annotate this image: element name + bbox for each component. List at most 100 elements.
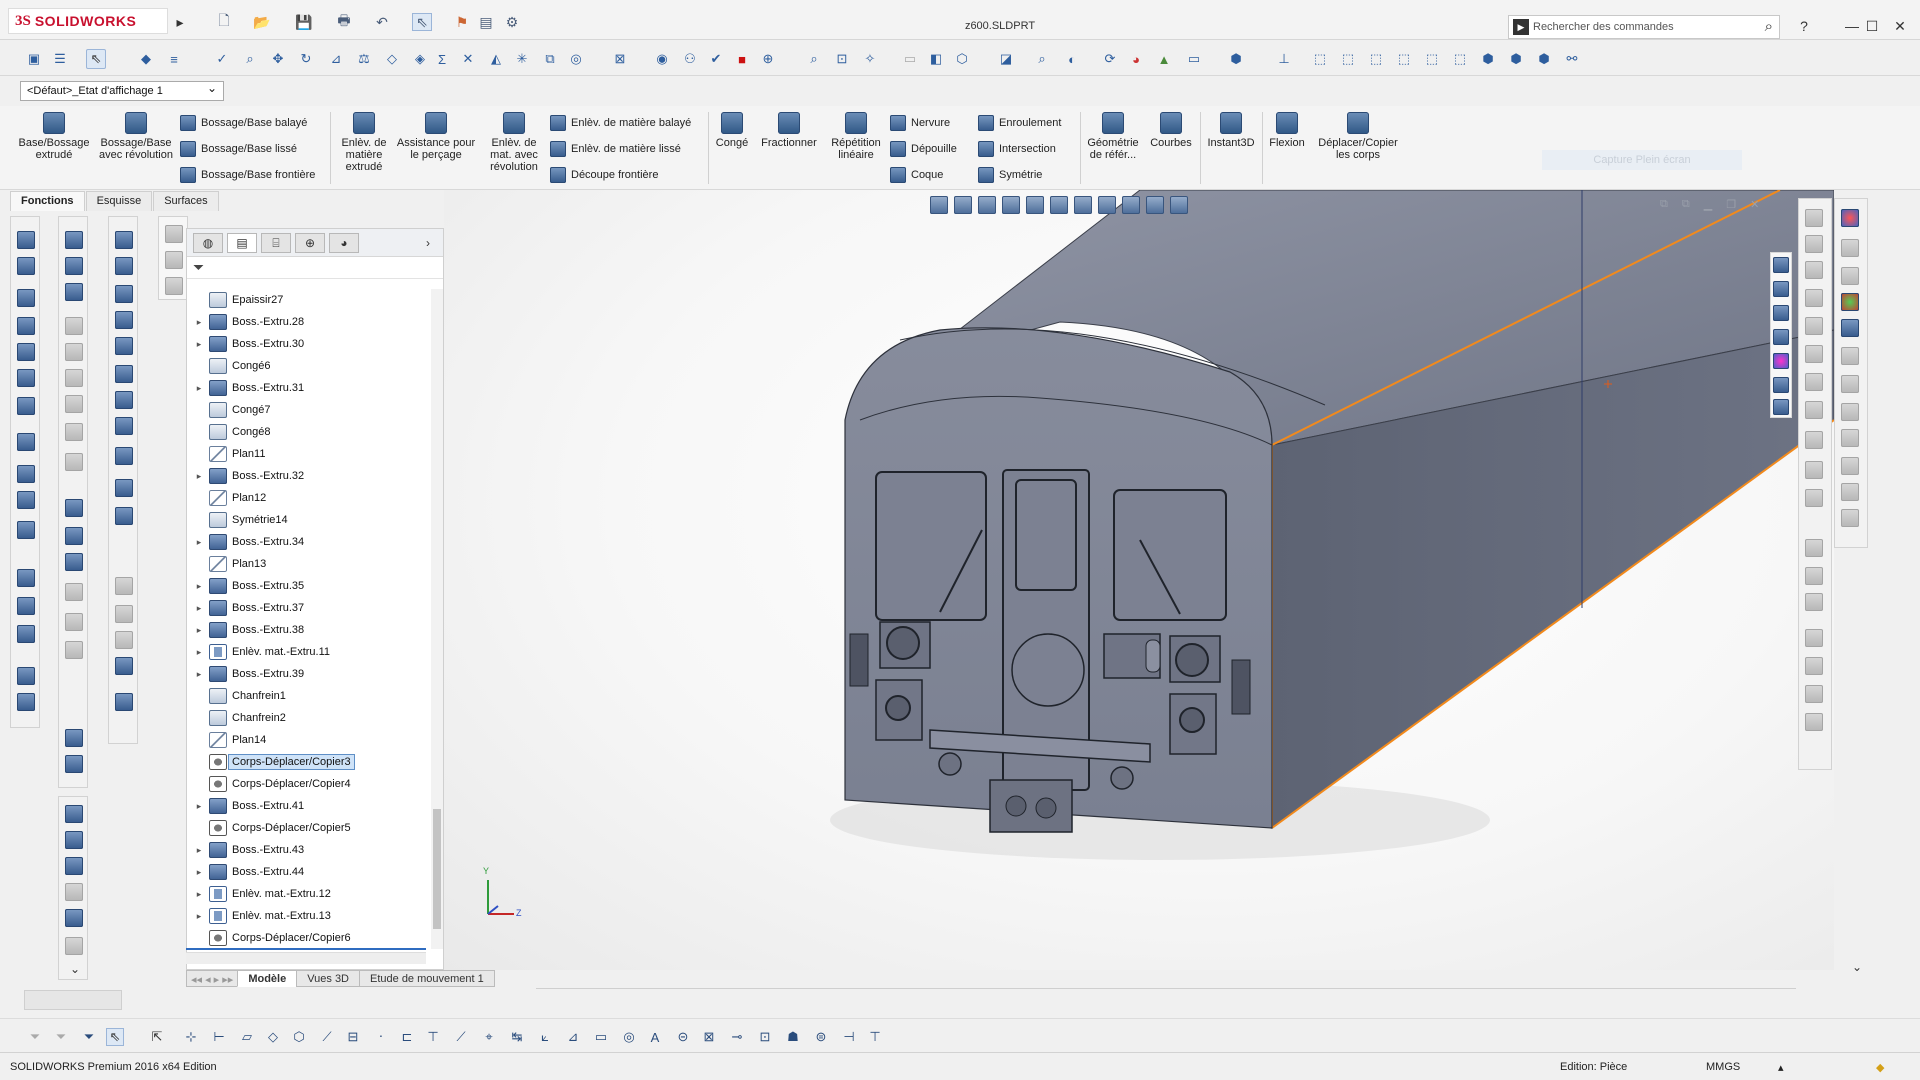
filter-all-icon[interactable]: ⏷ bbox=[80, 1028, 98, 1046]
globe-icon[interactable]: ⊕ bbox=[758, 49, 778, 69]
filter-sketch-segments-icon[interactable]: ⊏ bbox=[398, 1028, 416, 1046]
move-entities-icon[interactable] bbox=[1841, 267, 1859, 285]
previous-view-icon[interactable]: ▭ bbox=[900, 49, 920, 69]
filter-blocks-icon[interactable]: ⊠ bbox=[700, 1028, 718, 1046]
view-orientation-icon[interactable]: ⬡ bbox=[952, 49, 972, 69]
intersect-icon[interactable]: ✕ bbox=[458, 49, 478, 69]
property-manager-icon[interactable]: ▤ bbox=[227, 233, 257, 253]
boss-extrude-icon[interactable] bbox=[17, 231, 35, 249]
mirror-icon[interactable] bbox=[17, 433, 35, 451]
zoom-area-icon[interactable] bbox=[954, 196, 972, 214]
offset-surface-icon[interactable] bbox=[115, 391, 133, 409]
tree-item[interactable]: ▸ Enlèv. mat.-Extru.13 bbox=[187, 905, 427, 927]
flex-button[interactable]: Flexion bbox=[1266, 112, 1308, 149]
ellipse-icon[interactable] bbox=[1805, 431, 1823, 449]
tree-item[interactable]: Plan14 bbox=[187, 729, 427, 751]
filter-more-icon[interactable]: ⊤ bbox=[866, 1028, 884, 1046]
sketch-icon[interactable] bbox=[1805, 209, 1823, 227]
select-icon[interactable]: ⇖ bbox=[412, 13, 432, 31]
draft-button[interactable]: Dépouille bbox=[890, 140, 957, 158]
draft-icon[interactable]: ◭ bbox=[486, 49, 506, 69]
expand-arrow-icon[interactable]: ▸ bbox=[193, 625, 205, 636]
rib-icon[interactable] bbox=[17, 369, 35, 387]
zoom-to-fit-icon[interactable]: ⌕ bbox=[1032, 49, 1052, 69]
print-icon[interactable]: 🖶 bbox=[334, 12, 354, 31]
tree-item[interactable]: ▸ Enlèv. mat.-Extru.11 bbox=[187, 641, 427, 663]
design-checker-icon[interactable]: ◎ bbox=[566, 49, 586, 69]
options-icon[interactable]: ⚙ bbox=[502, 13, 522, 31]
flex-icon[interactable] bbox=[65, 423, 83, 441]
polygon-icon[interactable] bbox=[1805, 489, 1823, 507]
simulation-icon[interactable]: ⚇ bbox=[680, 49, 700, 69]
split-icon[interactable] bbox=[65, 499, 83, 517]
tree-item[interactable]: ▸ Boss.-Extru.44 bbox=[187, 861, 427, 883]
maximize-button[interactable]: ☐ bbox=[1862, 16, 1882, 36]
filter-tolerances-icon[interactable]: ⊿ bbox=[564, 1028, 582, 1046]
minimize-button[interactable]: — bbox=[1842, 16, 1862, 36]
open-icon[interactable]: 📂 bbox=[252, 13, 272, 31]
axis-icon[interactable] bbox=[17, 597, 35, 615]
fill-icon[interactable] bbox=[115, 447, 133, 465]
measure-icon[interactable]: ⊿ bbox=[326, 49, 346, 69]
expand-arrow-icon[interactable]: ▸ bbox=[193, 669, 205, 680]
pattern-icon[interactable] bbox=[17, 397, 35, 415]
render-icon[interactable] bbox=[65, 909, 83, 927]
expand-arrow-icon[interactable]: ▸ bbox=[193, 581, 205, 592]
boundary-icon[interactable] bbox=[115, 311, 133, 329]
relations-icon[interactable] bbox=[1841, 347, 1859, 365]
display-manager-icon[interactable]: ◕ bbox=[329, 233, 359, 253]
trimetric-view-icon[interactable]: ⬢ bbox=[1506, 49, 1526, 69]
expand-arrow-icon[interactable]: ▸ bbox=[193, 867, 205, 878]
sketch-icon[interactable] bbox=[165, 225, 183, 243]
tab-sketch[interactable]: Esquisse bbox=[85, 191, 153, 211]
section-view-icon[interactable]: ◧ bbox=[926, 49, 946, 69]
tree-item[interactable]: ▸ Boss.-Extru.39 bbox=[187, 663, 427, 685]
select-tool-icon[interactable]: ⇖ bbox=[86, 49, 106, 69]
filter-surfaces-icon[interactable]: ◇ bbox=[264, 1028, 282, 1046]
plane-sketch-icon[interactable] bbox=[1805, 629, 1823, 647]
custom-properties-icon[interactable] bbox=[1773, 377, 1789, 393]
tree-item[interactable]: ▸ Enlèv. mat.-Extru.12 bbox=[187, 883, 427, 905]
appearances-icon[interactable] bbox=[1773, 353, 1789, 369]
expand-arrow-icon[interactable]: ▸ bbox=[193, 537, 205, 548]
hide-show-items-icon[interactable] bbox=[1098, 196, 1116, 214]
solidworks-logo[interactable]: 3S SOLIDWORKS bbox=[8, 8, 168, 34]
boundary-boss-button[interactable]: Bossage/Base frontière bbox=[180, 166, 315, 184]
normal-to-icon[interactable]: ⊥ bbox=[1274, 49, 1294, 69]
expand-arrow-icon[interactable]: ▸ bbox=[193, 471, 205, 482]
shell-button[interactable]: Coque bbox=[890, 166, 943, 184]
sketch-picture-icon[interactable] bbox=[1841, 457, 1859, 475]
units-arrow-icon[interactable]: ▴ bbox=[1778, 1061, 1784, 1074]
select-cursor-icon[interactable]: ⇖ bbox=[106, 1028, 124, 1046]
dimetric-view-icon[interactable]: ⬢ bbox=[1534, 49, 1554, 69]
centerline-icon[interactable] bbox=[1805, 567, 1823, 585]
convert-icon[interactable] bbox=[1805, 685, 1823, 703]
mass-properties-icon[interactable]: ⚖ bbox=[354, 49, 374, 69]
expand-arrow-icon[interactable]: ▸ bbox=[193, 889, 205, 900]
decals-icon[interactable] bbox=[1841, 319, 1859, 337]
tree-item[interactable]: ▸ Boss.-Extru.31 bbox=[187, 377, 427, 399]
indent-icon[interactable] bbox=[65, 369, 83, 387]
smart-dimension-icon[interactable] bbox=[1805, 235, 1823, 253]
front-view-icon[interactable]: ⬚ bbox=[1310, 49, 1330, 69]
spline-icon[interactable] bbox=[1805, 401, 1823, 419]
move-copy-bodies-button[interactable]: Déplacer/Copier les corps bbox=[1312, 112, 1404, 161]
rotate-view-icon[interactable]: ⟳ bbox=[1100, 49, 1120, 69]
tree-item[interactable]: Plan12 bbox=[187, 487, 427, 509]
spell-check-icon[interactable]: ✓ bbox=[212, 49, 232, 69]
filter-faces-icon[interactable]: ▱ bbox=[238, 1028, 256, 1046]
block-icon[interactable] bbox=[1841, 509, 1859, 527]
tree-item[interactable]: Chanfrein1 bbox=[187, 685, 427, 707]
pattern-sketch-icon[interactable] bbox=[1841, 483, 1859, 501]
file-properties-icon[interactable]: ▤ bbox=[476, 13, 496, 31]
deform-icon[interactable] bbox=[65, 343, 83, 361]
tab-model[interactable]: Modèle bbox=[237, 970, 298, 987]
trim-icon[interactable] bbox=[1805, 657, 1823, 675]
left-window[interactable] bbox=[875, 471, 987, 621]
pan-icon[interactable]: ✧ bbox=[860, 49, 880, 69]
fillet-button[interactable]: Congé bbox=[712, 112, 752, 149]
wrap-button[interactable]: Enroulement bbox=[978, 114, 1061, 132]
appearance-icon[interactable]: ◆ bbox=[136, 49, 156, 69]
filter-surface-finish-icon[interactable]: ⟀ bbox=[536, 1028, 554, 1046]
zoom-to-fit-icon[interactable] bbox=[930, 196, 948, 214]
